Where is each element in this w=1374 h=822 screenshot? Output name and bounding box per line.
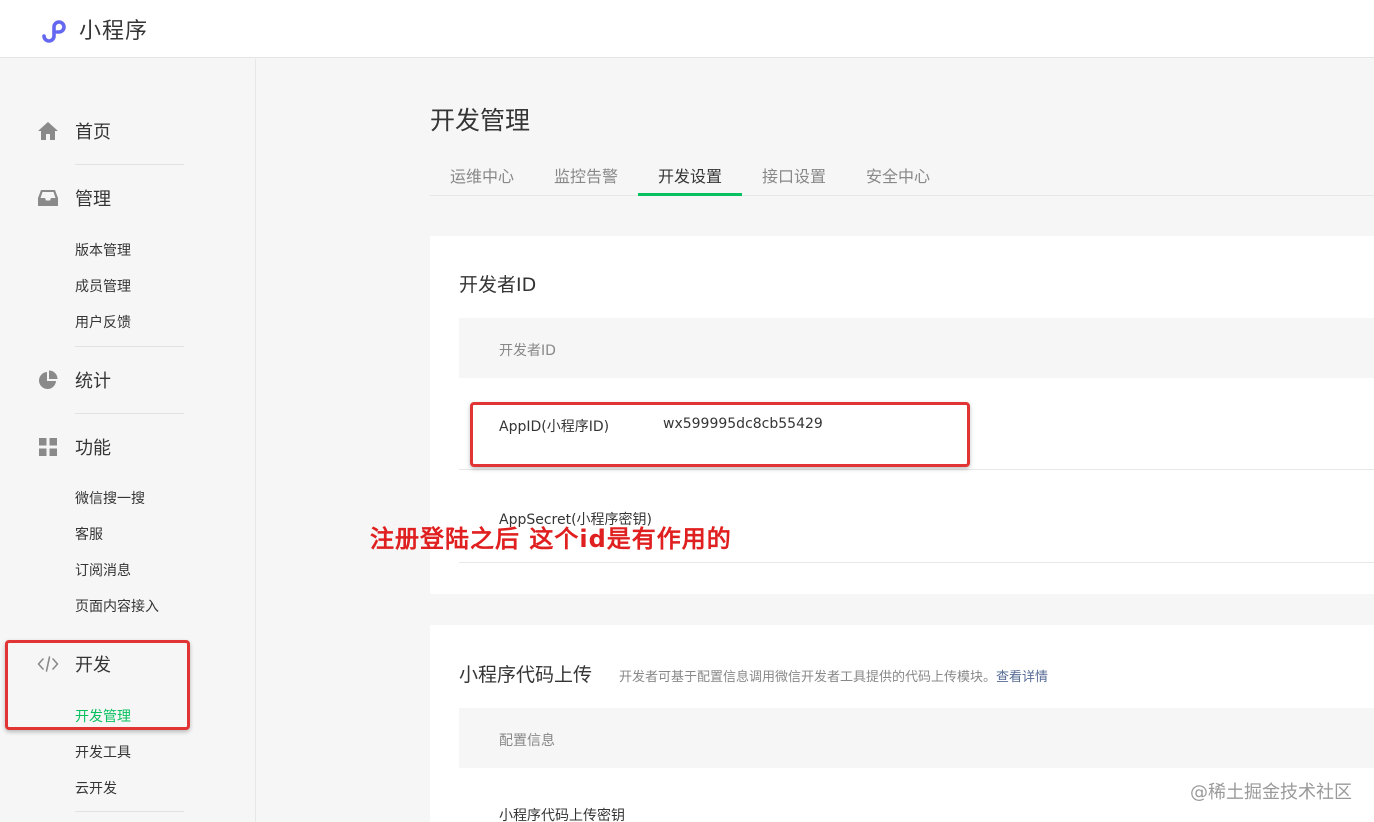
tab-bar: 运维中心 监控告警 开发设置 接口设置 安全中心 bbox=[430, 155, 1374, 196]
sidebar-section-features[interactable]: 功能 bbox=[37, 432, 111, 462]
sidebar-divider bbox=[75, 346, 184, 347]
tab-api-settings[interactable]: 接口设置 bbox=[742, 163, 846, 196]
row-separator bbox=[459, 562, 1374, 563]
card-title: 开发者ID bbox=[459, 274, 537, 296]
sidebar-divider bbox=[75, 413, 184, 414]
sidebar-section-home[interactable]: 首页 bbox=[37, 116, 111, 146]
tab-security-center[interactable]: 安全中心 bbox=[846, 163, 950, 196]
sidebar-item-customer-service[interactable]: 客服 bbox=[75, 524, 103, 544]
tab-monitor-alert[interactable]: 监控告警 bbox=[534, 163, 638, 196]
card-title: 小程序代码上传 bbox=[459, 664, 593, 686]
tab-ops-center[interactable]: 运维中心 bbox=[430, 163, 534, 196]
sidebar-section-label: 统计 bbox=[75, 371, 111, 392]
upload-key-label: 小程序代码上传密钥 bbox=[499, 808, 625, 822]
table-header-label: 配置信息 bbox=[499, 733, 555, 749]
sidebar-item-dev-tools[interactable]: 开发工具 bbox=[75, 742, 131, 762]
sidebar-section-label: 首页 bbox=[75, 122, 111, 143]
pie-chart-icon bbox=[37, 369, 59, 391]
sidebar-item-page-content[interactable]: 页面内容接入 bbox=[75, 596, 159, 616]
home-icon bbox=[37, 120, 59, 142]
sidebar-item-user-feedback[interactable]: 用户反馈 bbox=[75, 312, 131, 332]
table-header-label: 开发者ID bbox=[499, 343, 556, 359]
watermark: @稀土掘金技术社区 bbox=[1190, 782, 1352, 803]
appid-highlight-box bbox=[470, 402, 970, 467]
page-title: 开发管理 bbox=[430, 106, 531, 135]
dev-menu-highlight-box bbox=[5, 640, 190, 730]
top-bar: 小程序 bbox=[0, 0, 1374, 58]
card-description-text: 开发者可基于配置信息调用微信开发者工具提供的代码上传模块。 bbox=[619, 670, 997, 685]
sidebar-section-manage[interactable]: 管理 bbox=[37, 183, 111, 213]
row-separator bbox=[459, 469, 1374, 470]
sidebar-item-version-manage[interactable]: 版本管理 bbox=[75, 240, 131, 260]
annotation-text: 注册登陆之后 这个id是有作用的 bbox=[370, 525, 732, 553]
sidebar-divider bbox=[75, 164, 184, 165]
tab-dev-settings[interactable]: 开发设置 bbox=[638, 163, 742, 196]
sidebar-item-subscribe-message[interactable]: 订阅消息 bbox=[75, 560, 131, 580]
sidebar-item-cloud-dev[interactable]: 云开发 bbox=[75, 778, 117, 798]
sidebar-divider bbox=[75, 811, 184, 812]
sidebar-section-label: 管理 bbox=[75, 189, 111, 210]
mini-program-logo-icon[interactable] bbox=[38, 12, 70, 44]
view-details-link[interactable]: 查看详情 bbox=[996, 670, 1048, 685]
sidebar-item-member-manage[interactable]: 成员管理 bbox=[75, 276, 131, 296]
inbox-icon bbox=[37, 187, 59, 209]
sidebar-section-stats[interactable]: 统计 bbox=[37, 365, 111, 395]
sidebar-item-wechat-search[interactable]: 微信搜一搜 bbox=[75, 488, 145, 508]
app-title[interactable]: 小程序 bbox=[79, 13, 148, 45]
table-header: 配置信息 bbox=[459, 708, 1374, 768]
table-header: 开发者ID bbox=[459, 318, 1374, 378]
card-description: 开发者可基于配置信息调用微信开发者工具提供的代码上传模块。查看详情 bbox=[619, 666, 1048, 685]
sidebar-section-label: 功能 bbox=[75, 438, 111, 459]
grid-icon bbox=[37, 436, 59, 458]
